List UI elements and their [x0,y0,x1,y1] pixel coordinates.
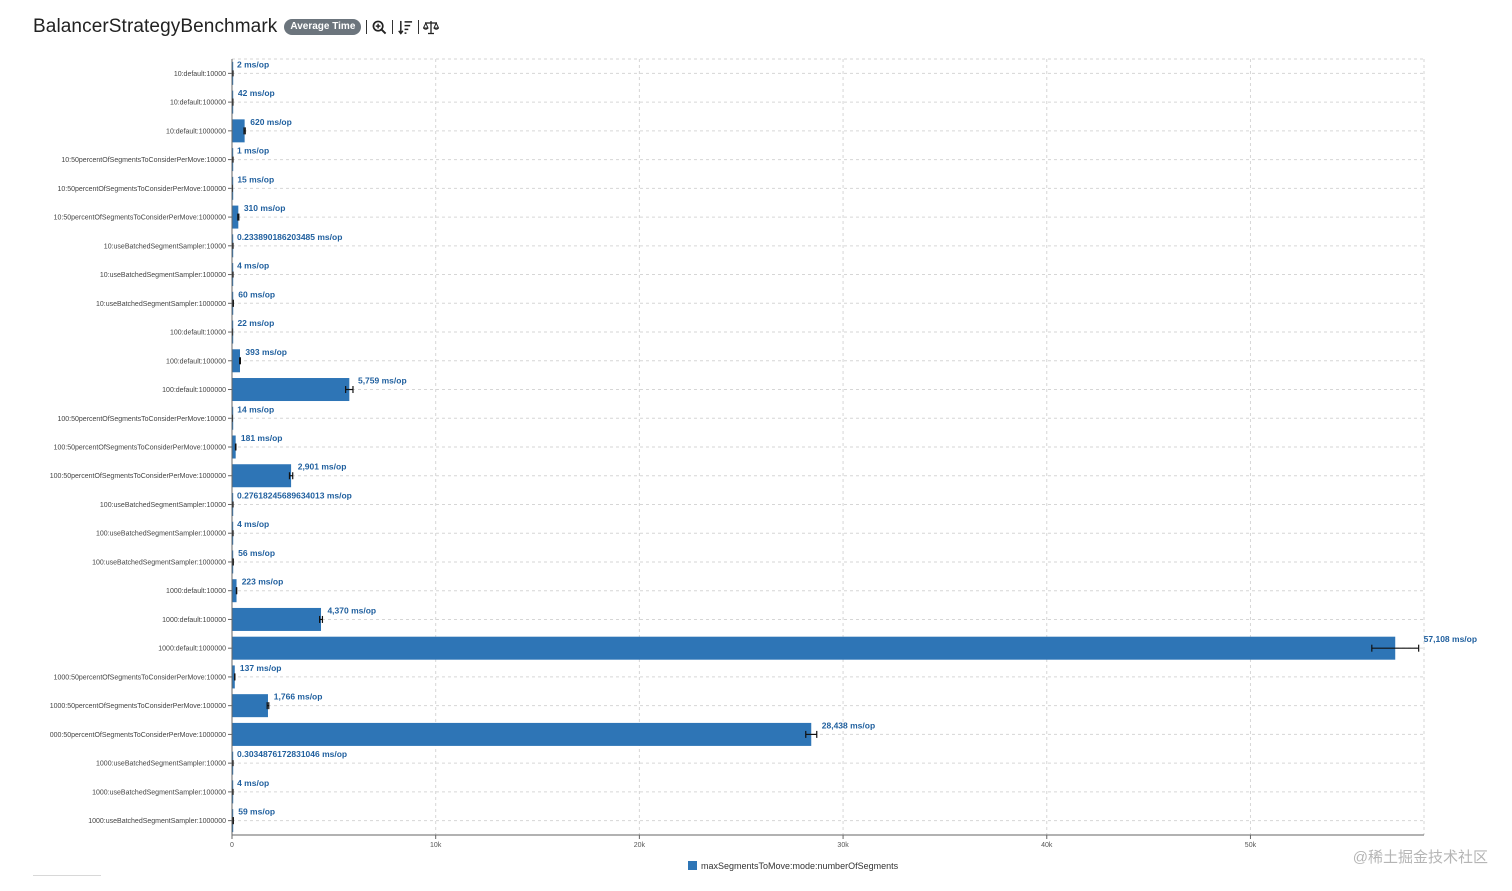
y-tick-label: 1000:default:10000 [166,588,226,595]
value-label: 0.233890186203485 ms/op [237,232,342,242]
value-label: 2,901 ms/op [298,462,347,472]
value-label: 28,438 ms/op [822,720,875,730]
y-tick-label: 1000:default:1000000 [158,646,226,653]
value-label: 0.27618245689634013 ms/op [237,490,352,500]
y-tick-label: 1000:useBatchedSegmentSampler:1000000 [88,818,226,825]
y-tick-label: 100:50percentOfSegmentsToConsiderPerMove… [58,416,227,423]
y-tick-label: 100:useBatchedSegmentSampler:100000 [96,531,226,538]
legend-label: maxSegmentsToMove:mode:numberOfSegments [701,861,899,871]
value-label: 56 ms/op [238,548,275,558]
value-label: 0.3034876172831046 ms/op [237,749,347,759]
y-tick-label: 1000:useBatchedSegmentSampler:100000 [92,789,226,796]
y-tick-label: 100:useBatchedSegmentSampler:1000000 [92,559,226,566]
y-tick-label: 000:50percentOfSegmentsToConsiderPerMove… [50,732,226,739]
bar [232,636,1396,660]
value-label: 15 ms/op [237,174,274,184]
value-label: 5,759 ms/op [358,376,407,386]
y-tick-label: 10:useBatchedSegmentSampler:10000 [104,243,226,250]
value-label: 1 ms/op [237,146,269,156]
bar [232,349,241,373]
bar [232,464,292,488]
x-tick-label: 50k [1245,842,1257,849]
value-label: 57,108 ms/op [1424,634,1477,644]
value-label: 181 ms/op [241,433,283,443]
y-tick-label: 1000:useBatchedSegmentSampler:10000 [96,761,226,768]
bar [232,694,268,718]
value-label: 22 ms/op [237,318,274,328]
value-label: 620 ms/op [250,117,292,127]
y-tick-label: 100:default:10000 [170,330,226,337]
value-label: 137 ms/op [240,663,282,673]
value-label: 4 ms/op [237,261,269,271]
y-tick-label: 100:default:100000 [166,358,226,365]
y-tick-label: 10:50percentOfSegmentsToConsiderPerMove:… [54,215,226,222]
x-tick-label: 30k [837,842,849,849]
x-tick-label: 10k [430,842,442,849]
watermark: @稀土掘金技术社区 [1352,849,1488,866]
y-tick-label: 10:50percentOfSegmentsToConsiderPerMove:… [61,157,226,164]
bar [232,607,322,631]
value-label: 4 ms/op [237,778,269,788]
bar [232,378,350,402]
value-label: 223 ms/op [242,577,284,587]
legend-swatch [688,861,697,870]
y-tick-label: 10:default:1000000 [166,128,226,135]
y-tick-label: 1000:50percentOfSegmentsToConsiderPerMov… [54,674,226,681]
y-tick-label: 10:default:10000 [174,71,226,78]
benchmark-bar-chart: 0 10k 20k 30k 40k 50k 10:default:10000 2 ms/op 1… [50,58,1477,871]
value-label: 310 ms/op [244,203,286,213]
bar [232,119,245,143]
divider-line [33,875,101,876]
value-label: 4,370 ms/op [327,605,376,615]
bar [232,722,812,746]
value-label: 60 ms/op [238,289,275,299]
value-label: 393 ms/op [245,347,287,357]
y-tick-label: 100:50percentOfSegmentsToConsiderPerMove… [54,445,226,452]
y-tick-label: 10:useBatchedSegmentSampler:1000000 [96,301,226,308]
x-tick-label: 40k [1041,842,1053,849]
y-tick-label: 100:50percentOfSegmentsToConsiderPerMove… [50,473,226,480]
y-tick-label: 10:default:100000 [170,100,226,107]
y-tick-label: 10:useBatchedSegmentSampler:100000 [100,272,226,279]
x-tick-label: 0 [230,842,234,849]
y-tick-label: 100:useBatchedSegmentSampler:10000 [100,502,226,509]
value-label: 59 ms/op [238,807,275,817]
x-tick-label: 20k [634,842,646,849]
value-label: 4 ms/op [237,519,269,529]
y-tick-label: 1000:default:100000 [162,617,226,624]
value-label: 14 ms/op [237,404,274,414]
value-label: 2 ms/op [237,59,269,69]
y-tick-label: 1000:50percentOfSegmentsToConsiderPerMov… [50,703,226,710]
value-label: 1,766 ms/op [274,692,323,702]
y-tick-label: 100:default:1000000 [162,387,226,394]
value-label: 42 ms/op [238,88,275,98]
y-tick-label: 10:50percentOfSegmentsToConsiderPerMove:… [58,186,227,193]
